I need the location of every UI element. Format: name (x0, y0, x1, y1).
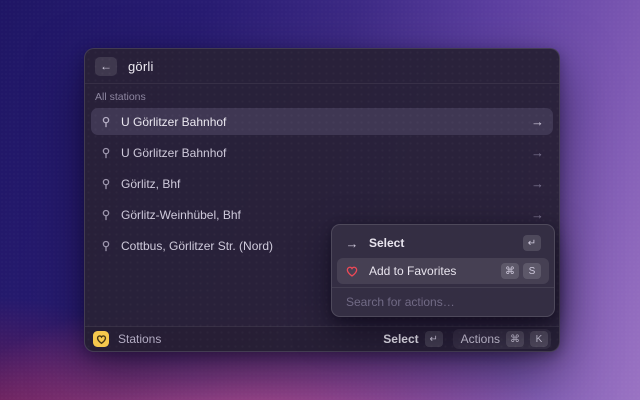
list-item[interactable]: Görlitz, Bhf → (91, 170, 553, 197)
heart-icon (345, 265, 359, 278)
map-pin-icon (100, 240, 112, 252)
list-item[interactable]: U Görlitzer Bahnhof → (91, 139, 553, 166)
search-input[interactable]: görli (128, 59, 154, 74)
search-header: ← görli (85, 49, 559, 83)
action-item-select[interactable]: → Select ↵ (337, 230, 549, 256)
station-name: Cottbus, Görlitzer Str. (Nord) (121, 239, 273, 253)
actions-search-field[interactable]: Search for actions… (337, 288, 549, 316)
status-bar-actions: Select ↵ Actions ⌘ K (383, 329, 551, 349)
arrow-right-icon: → (531, 207, 544, 222)
station-name: Görlitz, Bhf (121, 177, 180, 191)
status-bar: Stations Select ↵ Actions ⌘ K (85, 326, 559, 351)
select-shortcut[interactable]: Select ↵ (383, 331, 442, 347)
back-icon: ← (100, 57, 112, 76)
stations-app-icon (93, 331, 109, 347)
cmd-keycap: ⌘ (501, 263, 519, 279)
s-keycap: S (523, 263, 541, 279)
map-pin-icon (100, 178, 112, 190)
map-pin-icon (100, 147, 112, 159)
actions-search-placeholder: Search for actions… (346, 295, 455, 309)
station-name: U Görlitzer Bahnhof (121, 115, 226, 129)
arrow-right-icon: → (531, 176, 544, 191)
actions-label: Actions (461, 332, 500, 346)
k-keycap: K (530, 331, 548, 347)
station-name: U Görlitzer Bahnhof (121, 146, 226, 160)
desktop-wallpaper: ← görli All stations U Görlitzer Bahnhof… (0, 0, 640, 400)
return-keycap: ↵ (425, 331, 443, 347)
select-label: Select (383, 332, 418, 346)
action-label: Add to Favorites (369, 264, 456, 278)
launcher-window: ← görli All stations U Görlitzer Bahnhof… (84, 48, 560, 352)
back-button[interactable]: ← (95, 57, 117, 76)
map-pin-icon (100, 116, 112, 128)
arrow-right-icon: → (531, 145, 544, 160)
extension-name: Stations (118, 332, 161, 346)
list-item[interactable]: U Görlitzer Bahnhof → (91, 108, 553, 135)
cmd-keycap: ⌘ (506, 331, 524, 347)
extension-chip[interactable]: Stations (93, 331, 161, 347)
station-name: Görlitz-Weinhübel, Bhf (121, 208, 241, 222)
return-keycap: ↵ (523, 235, 541, 251)
heart-icon (97, 335, 105, 342)
actions-menu-button[interactable]: Actions ⌘ K (453, 329, 551, 349)
action-item-add-to-favorites[interactable]: Add to Favorites ⌘ S (337, 258, 549, 284)
map-pin-icon (100, 209, 112, 221)
action-label: Select (369, 236, 404, 250)
arrow-right-icon: → (531, 114, 544, 129)
actions-popover: → Select ↵ Add to Favorites ⌘ S Search f… (331, 224, 555, 317)
arrow-right-icon: → (345, 236, 359, 251)
section-header: All stations (85, 91, 559, 103)
header-divider (85, 83, 559, 84)
